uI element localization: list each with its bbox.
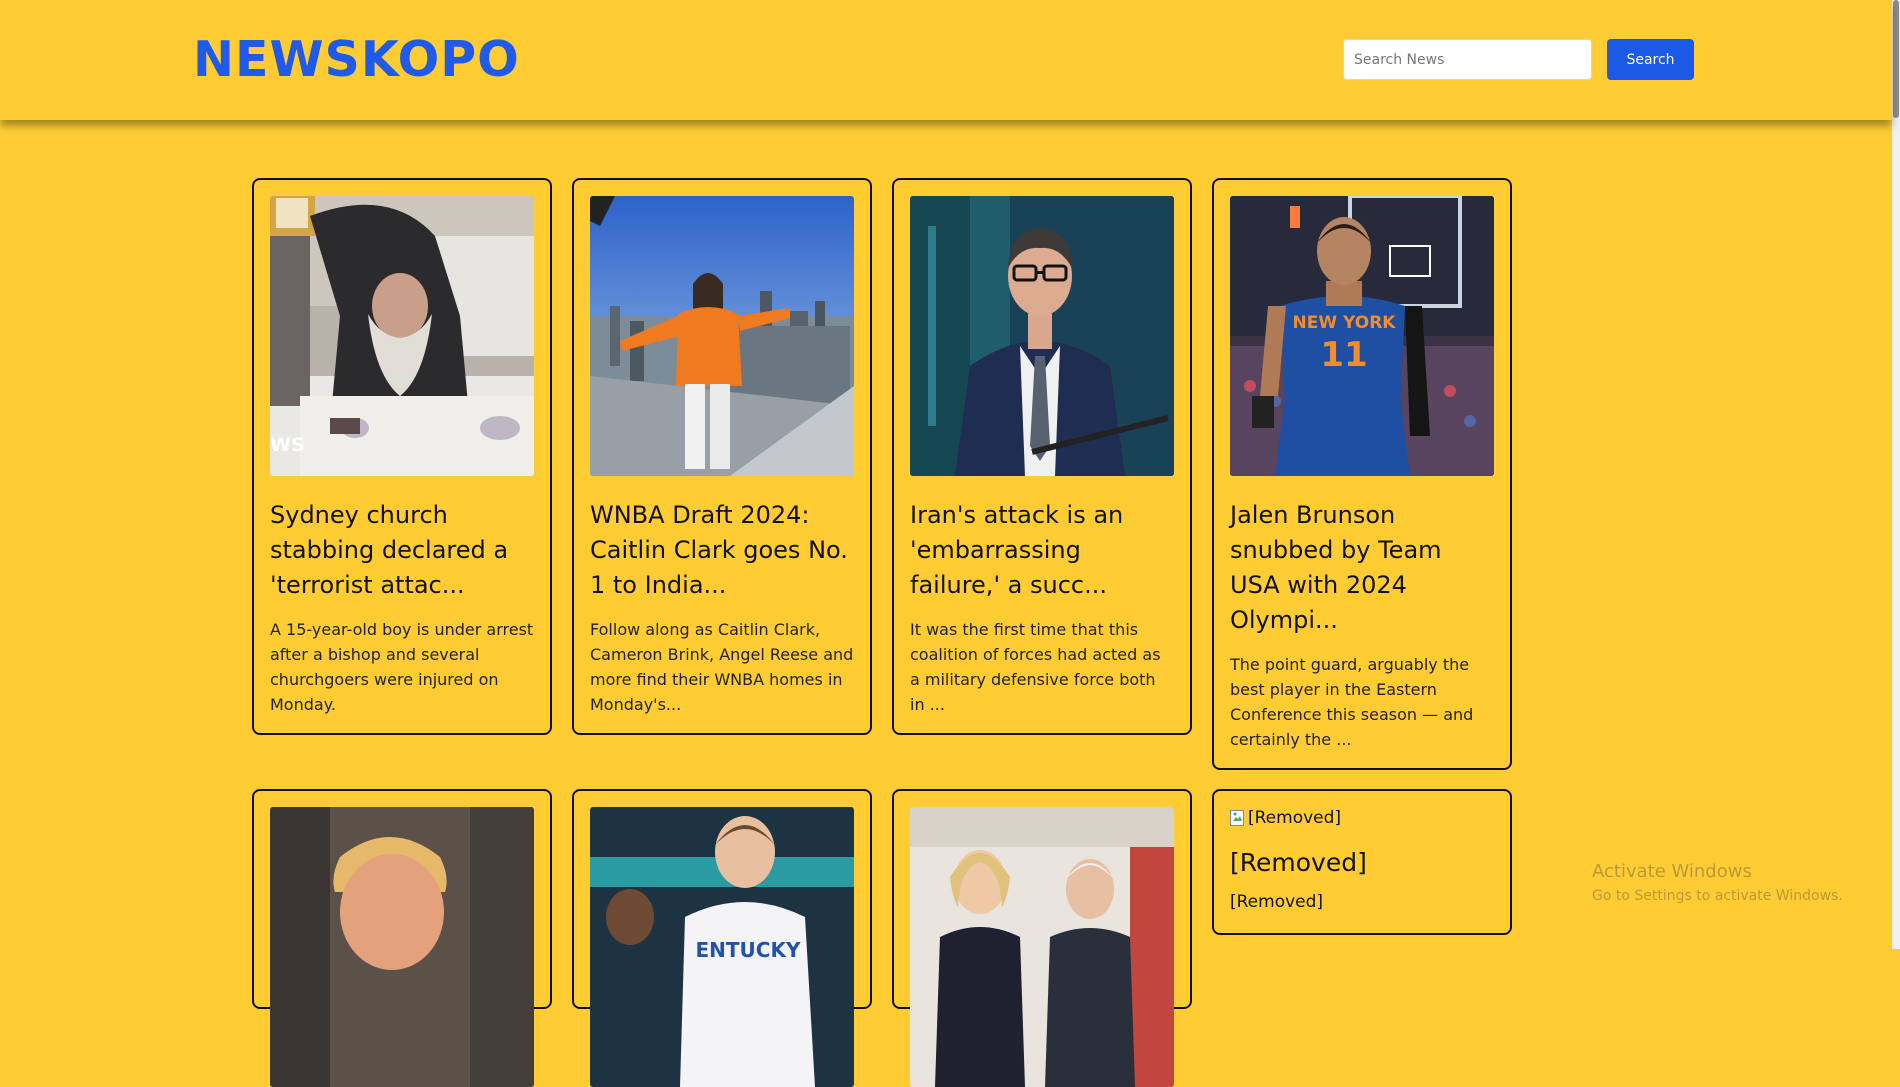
news-card[interactable]: WNBA Draft 2024: Caitlin Clark goes No. … — [572, 178, 872, 735]
jersey-text: ENTUCKY — [696, 938, 801, 962]
article-title[interactable]: Jalen Brunson snubbed by Team USA with 2… — [1230, 498, 1494, 638]
scrollbar-thumb[interactable] — [1893, 0, 1899, 118]
article-description: It was the first time that this coalitio… — [910, 620, 1161, 714]
broken-image-icon — [1230, 810, 1246, 826]
article-description: The point guard, arguably the best playe… — [1230, 655, 1474, 749]
site-header: NEWSKOPO Search — [0, 0, 1892, 120]
news-image-bishop[interactable]: WS — [270, 196, 534, 476]
broken-image-alt: [Removed] — [1248, 808, 1342, 828]
news-image-bidens[interactable] — [910, 807, 1174, 1087]
watermark-subtitle: Go to Settings to activate Windows. — [1592, 888, 1843, 904]
watermark-title: Activate Windows — [1592, 861, 1752, 882]
news-image-donald-trump[interactable] — [270, 807, 534, 1087]
image-overlay-text: WS — [270, 434, 305, 456]
news-image-kentucky-player[interactable]: ENTUCKY — [590, 807, 854, 1087]
jersey-number: 11 — [1320, 335, 1367, 375]
windows-activation-watermark: Activate Windows Go to Settings to activ… — [1592, 861, 1843, 906]
news-card[interactable]: WS Sydney church stabbing declared a 'te… — [252, 178, 552, 735]
news-image-jalen-brunson[interactable]: NEW YORK 11 — [1230, 196, 1494, 476]
vertical-scrollbar[interactable] — [1892, 0, 1900, 949]
news-card[interactable]: ENTUCKY — [572, 789, 872, 1087]
search-button[interactable]: Search — [1607, 39, 1694, 80]
article-title[interactable]: WNBA Draft 2024: Caitlin Clark goes No. … — [590, 498, 854, 603]
news-card[interactable]: NEW YORK 11 Jalen Brunson snubbed by Tea… — [1212, 178, 1512, 770]
broken-image: [Removed] — [1230, 807, 1494, 829]
article-description: Follow along as Caitlin Clark, Cameron B… — [590, 620, 854, 714]
news-image-john-kirby[interactable] — [910, 196, 1174, 476]
news-card[interactable]: Iran's attack is an 'embarrassing failur… — [892, 178, 1192, 735]
article-title[interactable]: Iran's attack is an 'embarrassing failur… — [910, 498, 1174, 603]
news-image-caitlin-clark[interactable] — [590, 196, 854, 476]
article-description: [Removed] — [1230, 892, 1324, 912]
article-description: A 15-year-old boy is under arrest after … — [270, 620, 534, 714]
jersey-text: NEW YORK — [1293, 313, 1397, 333]
news-card[interactable] — [252, 789, 552, 1087]
search-input[interactable] — [1343, 39, 1592, 80]
news-card-removed[interactable]: [Removed] [Removed] [Removed] — [1212, 789, 1512, 935]
site-logo[interactable]: NEWSKOPO — [193, 30, 520, 90]
news-card[interactable] — [892, 789, 1192, 1087]
article-title[interactable]: [Removed] — [1230, 847, 1494, 879]
article-title[interactable]: Sydney church stabbing declared a 'terro… — [270, 498, 534, 603]
